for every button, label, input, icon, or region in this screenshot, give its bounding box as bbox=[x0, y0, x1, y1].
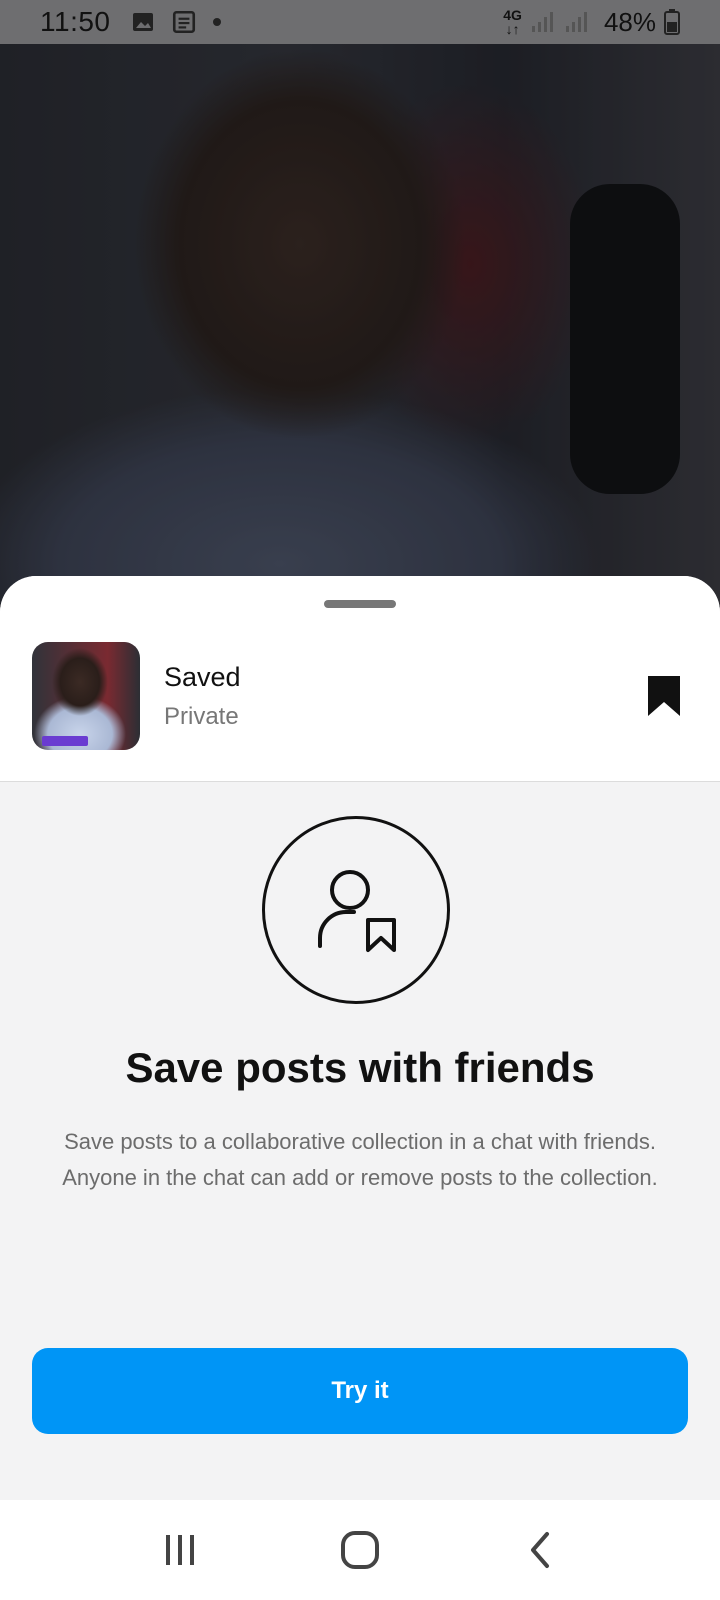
save-bottom-sheet: Saved Private Save posts with friends Sa… bbox=[0, 576, 720, 1500]
signal-icon bbox=[565, 12, 587, 32]
status-bar: 11:50 4G ↓↑ 48% bbox=[0, 0, 720, 44]
promo-icon-circle bbox=[262, 816, 450, 1004]
recents-button[interactable] bbox=[150, 1520, 210, 1580]
system-nav-bar bbox=[0, 1500, 720, 1600]
collection-privacy: Private bbox=[164, 702, 239, 730]
back-button[interactable] bbox=[510, 1520, 570, 1580]
signal-icon bbox=[531, 12, 553, 32]
try-it-button[interactable]: Try it bbox=[32, 1348, 688, 1434]
status-time: 11:50 bbox=[40, 6, 111, 37]
battery-percent: 48% bbox=[603, 6, 656, 37]
promo-description: Save posts to a collaborative collection… bbox=[62, 1129, 658, 1190]
bookmark-filled-icon[interactable] bbox=[644, 674, 684, 718]
recents-icon bbox=[166, 1535, 194, 1565]
collection-row-saved[interactable]: Saved Private bbox=[32, 642, 684, 750]
collection-thumbnail bbox=[32, 642, 140, 750]
person-bookmark-icon bbox=[318, 870, 396, 952]
home-icon bbox=[341, 1531, 379, 1569]
home-button[interactable] bbox=[330, 1520, 390, 1580]
image-icon bbox=[132, 13, 153, 31]
battery-icon bbox=[664, 9, 680, 35]
background-post-image bbox=[0, 44, 720, 604]
collection-info: Saved Private bbox=[164, 662, 241, 731]
promo-title: Save posts with friends bbox=[125, 1044, 595, 1091]
back-icon bbox=[531, 1532, 549, 1568]
collaborative-collection-promo: Save posts with friends Save posts to a … bbox=[0, 782, 720, 1498]
network-type-label: 4G ↓↑ bbox=[503, 7, 522, 37]
news-icon bbox=[172, 10, 195, 34]
collection-header: Saved Private bbox=[0, 576, 720, 782]
collection-name: Saved bbox=[164, 661, 241, 692]
sheet-drag-handle[interactable] bbox=[324, 600, 396, 608]
notification-dot bbox=[212, 18, 221, 26]
